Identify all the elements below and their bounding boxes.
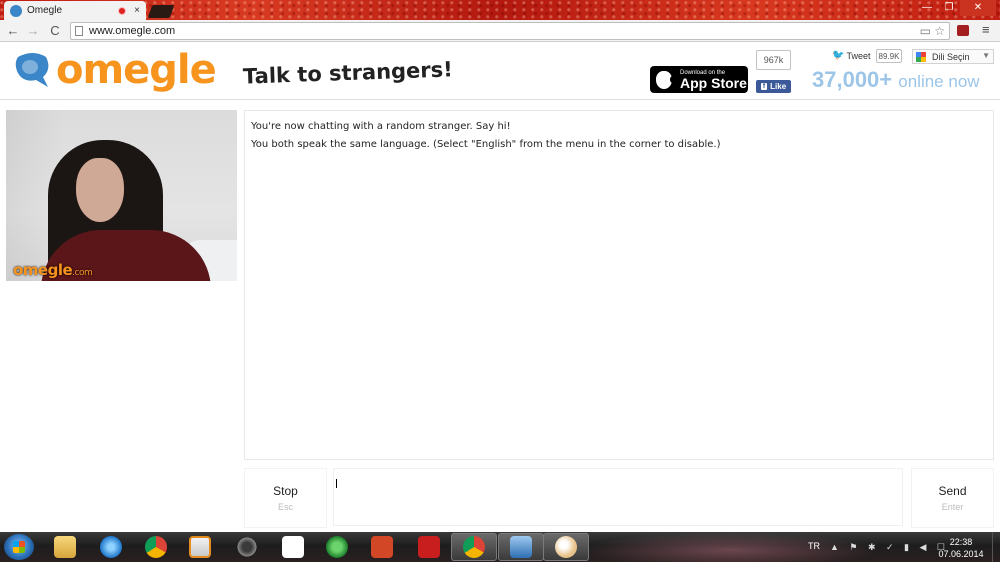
browser-menu-button[interactable]: ≡ xyxy=(982,22,990,37)
tweet-label: Tweet xyxy=(846,50,871,61)
facebook-icon: f xyxy=(760,83,768,90)
dropbox-icon[interactable] xyxy=(282,536,304,558)
start-button[interactable] xyxy=(4,534,34,560)
dropdown-arrow-icon: ▼ xyxy=(982,51,990,60)
windows-taskbar: TR ▲ ⚑ ✱ ✓ ▮ ◀ ☐ 22:38 07.06.2014 xyxy=(0,532,1000,562)
browser-toolbar: ← → C www.omegle.com ▭ ☆ ≡ xyxy=(0,20,1000,42)
restore-button[interactable]: ❐ xyxy=(938,0,960,16)
twitter-bird-icon: 🐦 xyxy=(832,50,845,61)
clock-time: 22:38 xyxy=(949,537,973,547)
minimize-button[interactable]: — xyxy=(916,0,938,16)
language-select[interactable]: Dili Seçin ▼ xyxy=(912,49,994,64)
tagline: Talk to strangers! xyxy=(242,57,454,89)
new-tab-button[interactable] xyxy=(147,5,175,18)
online-count-number: 37,000+ xyxy=(812,67,893,92)
apple-icon xyxy=(656,70,675,89)
reload-button[interactable]: C xyxy=(46,22,64,40)
omegle-favicon-icon xyxy=(10,4,22,17)
language-select-label: Dili Seçin xyxy=(932,51,970,62)
app-store-badge[interactable]: Download on the App Store xyxy=(650,66,748,93)
media-player-icon[interactable] xyxy=(189,536,211,558)
recording-indicator-icon xyxy=(118,6,127,15)
online-count: 37,000+ online now xyxy=(812,67,980,93)
video-watermark-text: omegle xyxy=(13,261,73,279)
paint-icon[interactable] xyxy=(555,536,577,558)
browser-titlebar: Omegle × — ❐ ✕ xyxy=(0,0,1000,20)
close-window-button[interactable]: ✕ xyxy=(960,0,996,16)
appstore-label: App Store xyxy=(680,74,747,91)
video-watermark-suffix: .com xyxy=(72,268,93,278)
facebook-like-label: Like xyxy=(770,82,787,91)
tweet-count: 89.9K xyxy=(876,49,902,63)
tweet-button[interactable]: 🐦 Tweet xyxy=(832,50,870,61)
download-manager-icon[interactable] xyxy=(326,536,348,558)
chrome-active-icon[interactable] xyxy=(463,536,485,558)
file-explorer-icon[interactable] xyxy=(54,536,76,558)
stop-button-label: Stop xyxy=(273,484,298,498)
send-button-label: Send xyxy=(938,484,967,498)
omegle-logo-icon[interactable] xyxy=(12,51,54,91)
url-text: www.omegle.com xyxy=(89,25,176,37)
remote-desktop-icon[interactable] xyxy=(510,536,532,558)
powerpoint-icon[interactable] xyxy=(371,536,393,558)
tab-close-button[interactable]: × xyxy=(134,5,140,16)
tab-title: Omegle xyxy=(27,5,63,16)
ccleaner-icon[interactable] xyxy=(236,536,258,558)
stop-button[interactable]: Stop Esc xyxy=(244,468,327,528)
online-count-label: online now xyxy=(898,72,980,91)
input-language-indicator[interactable]: TR xyxy=(808,541,820,551)
acrobat-reader-icon[interactable] xyxy=(418,536,440,558)
clock-date: 07.06.2014 xyxy=(938,549,984,559)
forward-button[interactable]: → xyxy=(24,22,42,40)
status-message: You both speak the same language. (Selec… xyxy=(251,139,721,150)
stop-button-hint: Esc xyxy=(277,502,293,512)
internet-explorer-icon[interactable] xyxy=(100,536,122,558)
bookmark-star-icon[interactable]: ▭ ☆ xyxy=(920,24,945,38)
browser-tab[interactable]: Omegle × xyxy=(4,1,146,20)
chat-log: You're now chatting with a random strang… xyxy=(244,110,994,460)
video-person-face xyxy=(76,158,124,222)
page-icon xyxy=(75,26,83,36)
video-watermark: omegle.com xyxy=(13,261,93,279)
facebook-like-count: 967k xyxy=(756,50,791,70)
status-message: You're now chatting with a random strang… xyxy=(251,121,511,132)
text-caret xyxy=(336,479,337,488)
stranger-video: omegle.com xyxy=(6,110,237,281)
chrome-icon[interactable] xyxy=(145,536,167,558)
system-clock[interactable]: 22:38 07.06.2014 xyxy=(932,536,990,560)
send-button-hint: Enter xyxy=(941,502,964,512)
send-button[interactable]: Send Enter xyxy=(911,468,994,528)
back-button[interactable]: ← xyxy=(4,22,22,40)
omegle-logo-text[interactable]: omegle xyxy=(56,47,217,93)
windows-logo-icon xyxy=(13,541,25,553)
address-bar[interactable]: www.omegle.com ▭ ☆ xyxy=(70,22,950,40)
message-input[interactable] xyxy=(333,468,903,526)
facebook-like-button[interactable]: f Like xyxy=(756,80,791,93)
extension-icon[interactable] xyxy=(957,25,969,36)
show-desktop-button[interactable] xyxy=(992,532,1000,562)
window-controls: — ❐ ✕ xyxy=(916,0,996,16)
google-translate-icon xyxy=(916,51,926,62)
